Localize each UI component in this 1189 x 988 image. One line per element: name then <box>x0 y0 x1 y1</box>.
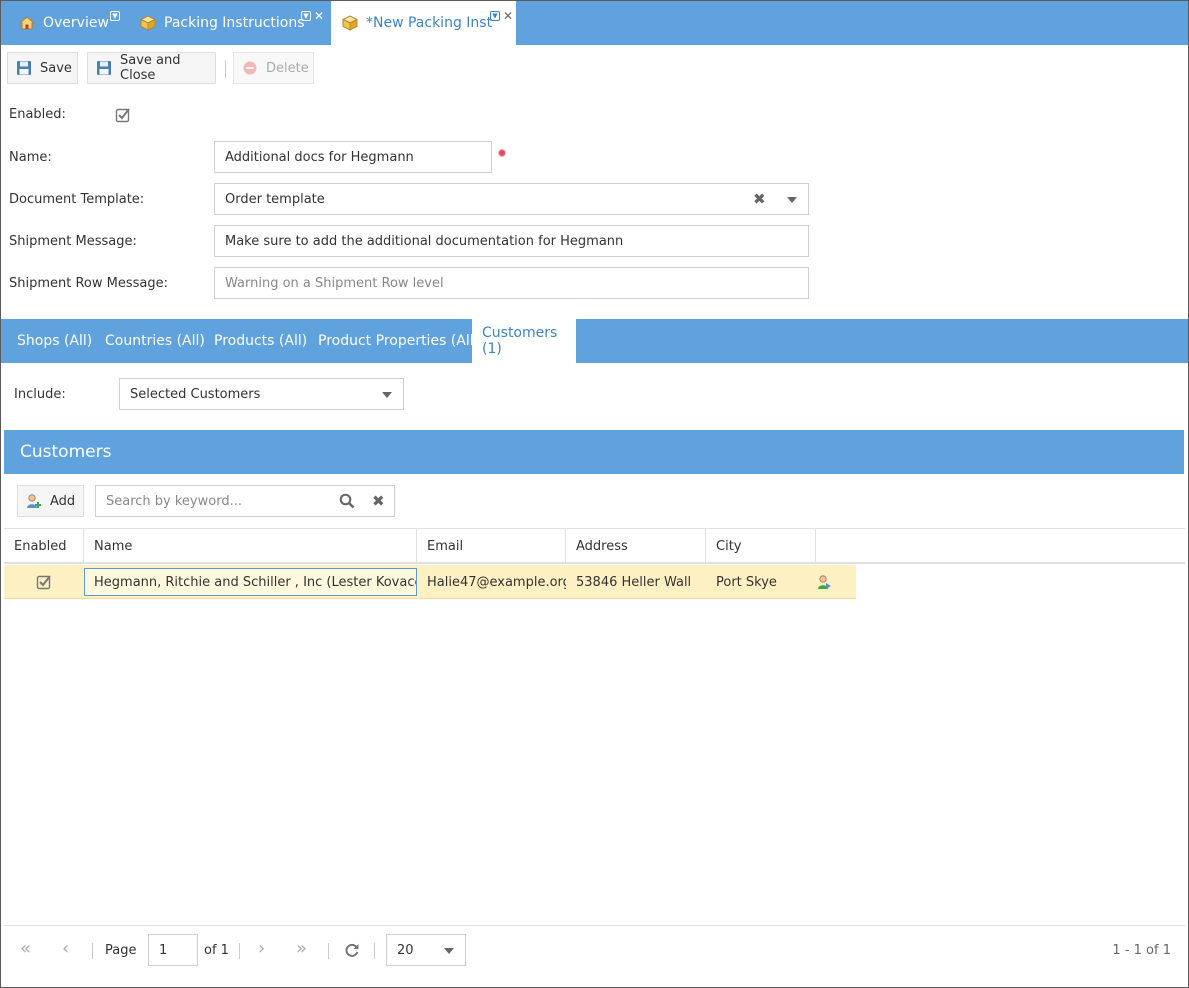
tab-new-packing-inst-menu-icon[interactable]: ▼ <box>490 11 500 21</box>
page-number-value: 1 <box>159 942 168 958</box>
tab-shops[interactable]: Shops (All) <box>7 319 102 363</box>
floppy-disk-icon <box>96 60 112 76</box>
row-name-cell[interactable]: Hegmann, Ritchie and Schiller , Inc (Les… <box>84 568 417 596</box>
page-count-label: of 1 <box>204 943 229 958</box>
tab-packing-instructions-label: Packing Instructions <box>164 15 305 31</box>
save-button-label: Save <box>40 60 72 76</box>
search-icon[interactable] <box>339 493 355 513</box>
tab-overview[interactable]: Overview <box>18 1 139 45</box>
name-label: Name: <box>9 150 52 165</box>
add-customer-button[interactable]: Add <box>17 485 84 517</box>
shipment-row-message-label: Shipment Row Message: <box>9 276 169 291</box>
document-tab-bar: Overview ▼ Packing Instructions ▼ ✕ *New… <box>1 1 1188 45</box>
tab-products[interactable]: Products (All) <box>204 319 317 363</box>
clear-search-icon[interactable]: ✖ <box>372 492 385 510</box>
include-label: Include: <box>14 387 66 402</box>
checked-checkbox-icon <box>36 575 51 590</box>
shipment-message-field[interactable]: Make sure to add the additional document… <box>214 225 809 257</box>
save-and-close-button-label: Save and Close <box>120 53 181 83</box>
chevron-down-icon[interactable] <box>444 948 454 954</box>
chevron-down-icon[interactable] <box>382 392 392 398</box>
delete-button[interactable]: Delete <box>233 52 314 84</box>
next-page-icon[interactable]: › <box>258 938 265 959</box>
table-row[interactable]: Hegmann, Ritchie and Schiller , Inc (Les… <box>4 565 856 599</box>
tab-new-packing-inst[interactable]: *New Packing Inst ▼ ✕ <box>331 1 516 45</box>
column-header-email[interactable]: Email <box>417 529 566 563</box>
pager-separator <box>92 943 93 959</box>
search-input[interactable]: Search by keyword... ✖ <box>95 485 395 517</box>
enabled-label: Enabled: <box>9 107 66 122</box>
shipment-row-message-placeholder: Warning on a Shipment Row level <box>225 275 444 291</box>
tab-countries[interactable]: Countries (All) <box>95 319 215 363</box>
home-icon <box>18 15 36 31</box>
tab-new-packing-inst-label: *New Packing Inst <box>366 15 493 31</box>
row-address-cell: 53846 Heller Wall <box>576 574 692 590</box>
shipment-message-label: Shipment Message: <box>9 234 137 249</box>
last-page-icon[interactable]: » <box>296 938 307 959</box>
column-header-name[interactable]: Name <box>84 529 417 563</box>
add-user-icon <box>26 493 42 509</box>
document-template-combo[interactable]: Order template ✖ <box>214 183 809 215</box>
add-customer-button-label: Add <box>50 493 76 509</box>
clear-icon[interactable]: ✖ <box>753 190 766 208</box>
column-header-city[interactable]: City <box>706 529 816 563</box>
tab-product-properties[interactable]: Product Properties (All) <box>308 319 489 363</box>
include-select-value: Selected Customers <box>130 386 261 402</box>
checked-checkbox-icon <box>115 108 130 123</box>
tab-overview-menu-icon[interactable]: ▼ <box>110 11 120 21</box>
tab-customers[interactable]: Customers (1) <box>472 319 576 363</box>
enabled-checkbox[interactable] <box>115 107 131 123</box>
search-input-placeholder: Search by keyword... <box>106 493 242 509</box>
refresh-icon[interactable] <box>344 942 360 962</box>
tab-overview-label: Overview <box>43 15 109 31</box>
previous-page-icon[interactable]: ‹ <box>62 938 69 959</box>
first-page-icon[interactable]: « <box>20 938 31 959</box>
row-action-cell[interactable] <box>816 565 856 599</box>
row-enabled-cell[interactable] <box>4 565 84 599</box>
delete-button-label: Delete <box>266 60 309 76</box>
save-button[interactable]: Save <box>7 52 78 84</box>
minus-circle-icon <box>242 60 258 76</box>
pager-separator <box>374 943 375 959</box>
customers-panel-title: Customers <box>4 430 1184 474</box>
required-indicator-icon <box>499 150 505 156</box>
save-and-close-button[interactable]: Save and Close <box>87 52 216 84</box>
toolbar-separator <box>225 60 226 78</box>
page-size-select[interactable]: 20 <box>386 934 466 966</box>
floppy-disk-icon <box>16 60 32 76</box>
shipment-message-value: Make sure to add the additional document… <box>225 233 624 249</box>
document-template-label: Document Template: <box>9 192 145 207</box>
box-icon <box>341 15 359 31</box>
customers-grid-header: Enabled Name Email Address City <box>4 528 1185 564</box>
row-email-cell: Halie47@example.org <box>427 574 566 590</box>
name-field-value: Additional docs for Hegmann <box>225 149 414 165</box>
chevron-down-icon[interactable] <box>787 197 797 203</box>
page-size-value: 20 <box>397 942 414 958</box>
tab-packing-instructions-close-icon[interactable]: ✕ <box>314 10 324 22</box>
name-field[interactable]: Additional docs for Hegmann <box>214 141 492 173</box>
box-icon <box>139 15 157 31</box>
document-template-value: Order template <box>225 191 325 207</box>
pager-separator <box>328 943 329 959</box>
shipment-row-message-field[interactable]: Warning on a Shipment Row level <box>214 267 809 299</box>
paging-summary: 1 - 1 of 1 <box>1112 943 1171 958</box>
row-city-cell: Port Skye <box>716 574 777 590</box>
pager-separator <box>239 943 240 959</box>
user-details-icon[interactable] <box>816 574 832 590</box>
filter-tab-bar: Shops (All) Countries (All) Products (Al… <box>1 319 1188 363</box>
tab-packing-instructions[interactable]: Packing Instructions <box>139 1 325 45</box>
page-label: Page <box>105 943 137 958</box>
page-number-input[interactable]: 1 <box>148 934 198 966</box>
column-header-enabled[interactable]: Enabled <box>4 529 84 563</box>
tab-new-packing-inst-close-icon[interactable]: ✕ <box>503 10 513 22</box>
paging-toolbar: « ‹ Page 1 of 1 › » 20 1 - 1 of 1 <box>4 925 1185 975</box>
app-window: Overview ▼ Packing Instructions ▼ ✕ *New… <box>0 0 1189 988</box>
tab-packing-instructions-menu-icon[interactable]: ▼ <box>301 11 311 21</box>
include-select[interactable]: Selected Customers <box>119 378 404 410</box>
column-header-address[interactable]: Address <box>566 529 706 563</box>
